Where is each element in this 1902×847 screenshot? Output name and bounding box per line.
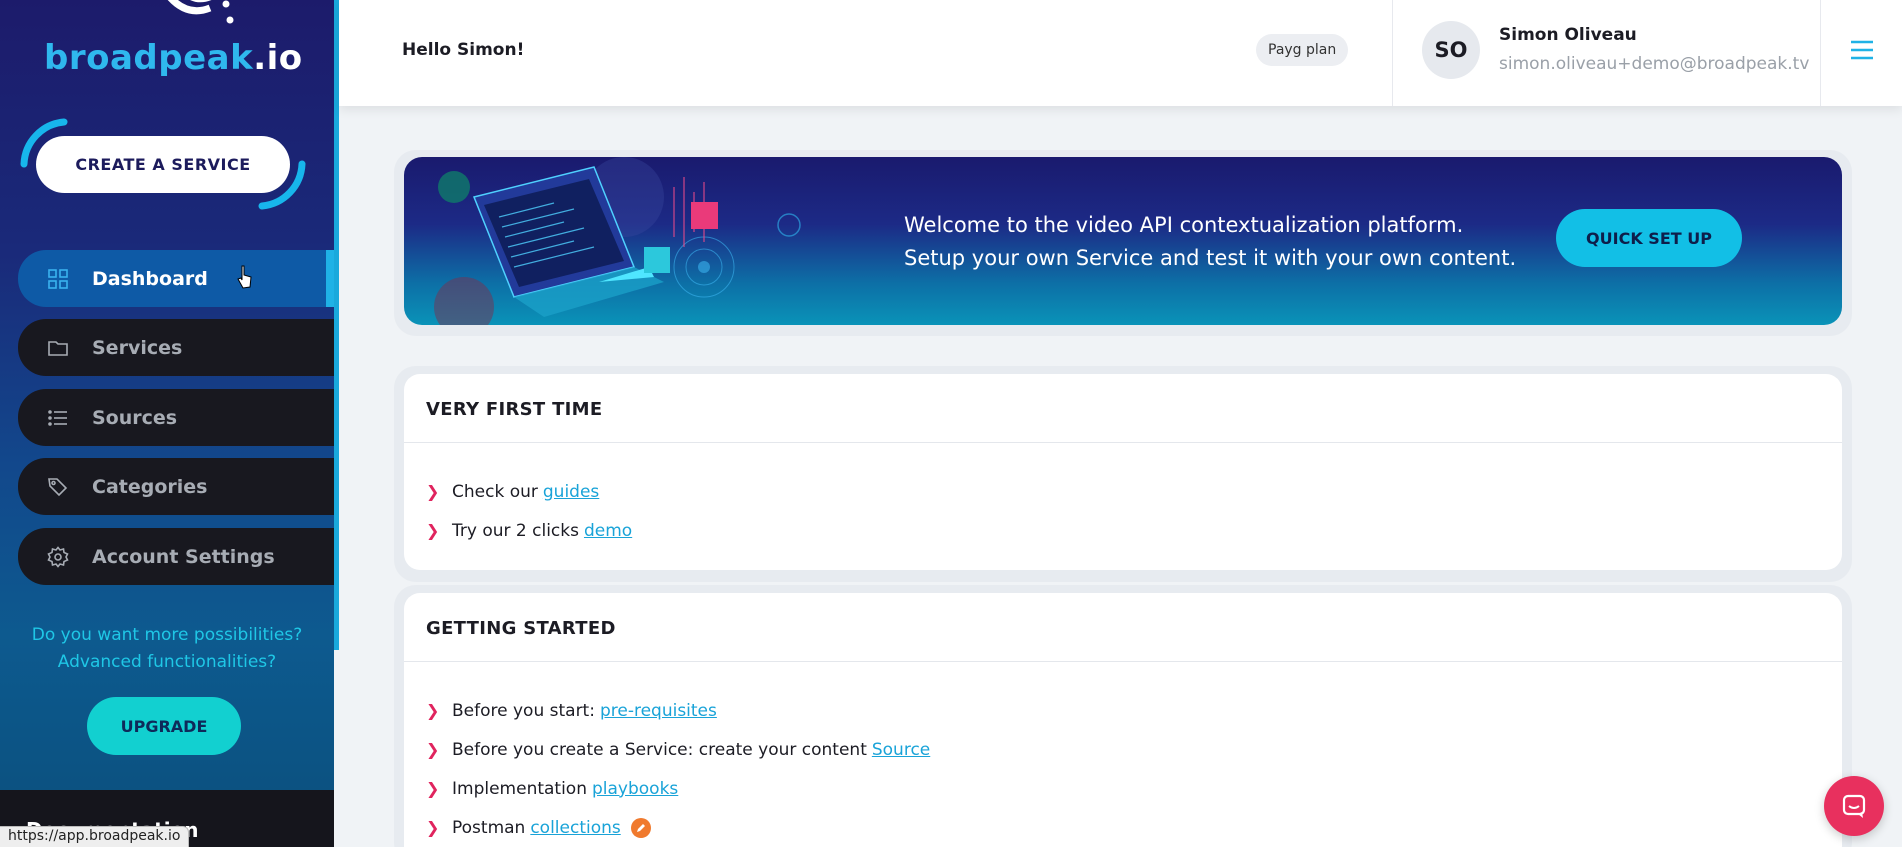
sidebar-item-services[interactable]: Services [18, 319, 334, 376]
chevron-right-icon: ❯ [426, 818, 440, 837]
list-item: ❯ Before you start: pre-requisites [426, 700, 717, 721]
sidebar-item-label: Services [92, 336, 183, 359]
list-item: ❯ Before you create a Service: create yo… [426, 739, 931, 760]
source-link[interactable]: Source [872, 740, 930, 760]
laptop-illustration-icon [434, 157, 801, 325]
list-item: ❯ Check our guides [426, 481, 600, 502]
greeting: Hello Simon! [402, 40, 525, 60]
collections-link[interactable]: collections [530, 818, 620, 838]
chat-icon [1842, 794, 1866, 818]
grid-icon [46, 267, 70, 291]
top-header: Hello Simon! Payg plan SO Simon Oliveau … [339, 0, 1902, 106]
card-title: GETTING STARTED [426, 618, 616, 639]
playbooks-link[interactable]: playbooks [592, 779, 678, 799]
chat-launcher-button[interactable] [1824, 776, 1884, 836]
active-indicator [326, 250, 334, 307]
list-item: ❯ Try our 2 clicks demo [426, 520, 633, 541]
list-item: ❯ Implementation playbooks [426, 778, 679, 799]
sidebar: broadpeak.io CREATE A SERVICE Dashboard … [0, 0, 334, 847]
chevron-right-icon: ❯ [426, 482, 440, 501]
create-service-button[interactable]: CREATE A SERVICE [36, 136, 290, 193]
user-email: simon.oliveau+demo@broadpeak.tv [1499, 54, 1810, 74]
upsell-text: Do you want more possibilities? Advanced… [31, 625, 303, 672]
sidebar-item-account-settings[interactable]: Account Settings [18, 528, 334, 585]
pencil-icon [630, 817, 651, 838]
header-divider [1820, 0, 1821, 106]
chevron-right-icon: ❯ [426, 779, 440, 798]
sidebar-item-label: Account Settings [92, 545, 275, 568]
first-time-list: ❯ Check our guides ❯ Try our 2 clicks de… [426, 472, 632, 550]
divider [404, 661, 1842, 662]
upgrade-button[interactable]: UPGRADE [87, 697, 241, 755]
create-service-area: CREATE A SERVICE [18, 118, 308, 210]
divider [404, 442, 1842, 443]
banner-text: Welcome to the video API contextualizati… [904, 213, 1517, 270]
sidebar-item-dashboard[interactable]: Dashboard [18, 250, 334, 307]
quick-set-up-button[interactable]: QUICK SET UP [1556, 209, 1742, 267]
first-time-card: VERY FIRST TIME ❯ Check our guides ❯ Try… [404, 374, 1842, 570]
sidebar-item-label: Dashboard [92, 267, 208, 290]
sidebar-item-categories[interactable]: Categories [18, 458, 334, 515]
status-bar-url: https://app.broadpeak.io [0, 826, 190, 847]
list-item: ❯ Postman collections [426, 808, 930, 847]
user-name: Simon Oliveau [1499, 25, 1637, 45]
logo-mark-icon [167, 0, 234, 24]
sidebar-item-sources[interactable]: Sources [18, 389, 334, 446]
folder-icon [46, 336, 70, 360]
pre-requisites-link[interactable]: pre-requisites [600, 701, 717, 721]
getting-started-list: ❯ Before you start: pre-requisites ❯ Bef… [426, 691, 930, 847]
gear-icon [46, 545, 70, 569]
welcome-banner: Welcome to the video API contextualizati… [404, 157, 1842, 325]
guides-link[interactable]: guides [543, 482, 599, 502]
demo-link[interactable]: demo [584, 521, 632, 541]
mouse-cursor-icon [237, 265, 252, 289]
chevron-right-icon: ❯ [426, 521, 440, 540]
logo[interactable]: broadpeak.io [44, 38, 303, 78]
tags-icon [46, 475, 70, 499]
sidebar-item-label: Sources [92, 406, 178, 429]
chevron-right-icon: ❯ [426, 701, 440, 720]
chevron-right-icon: ❯ [426, 740, 440, 759]
sidebar-item-label: Categories [92, 475, 208, 498]
avatar[interactable]: SO [1422, 21, 1480, 79]
plan-badge: Payg plan [1256, 34, 1349, 66]
card-title: VERY FIRST TIME [426, 399, 603, 420]
hamburger-menu-icon[interactable] [1849, 38, 1875, 62]
getting-started-card: GETTING STARTED ❯ Before you start: pre-… [404, 593, 1842, 847]
header-divider [1392, 0, 1393, 106]
list-icon [46, 406, 70, 430]
